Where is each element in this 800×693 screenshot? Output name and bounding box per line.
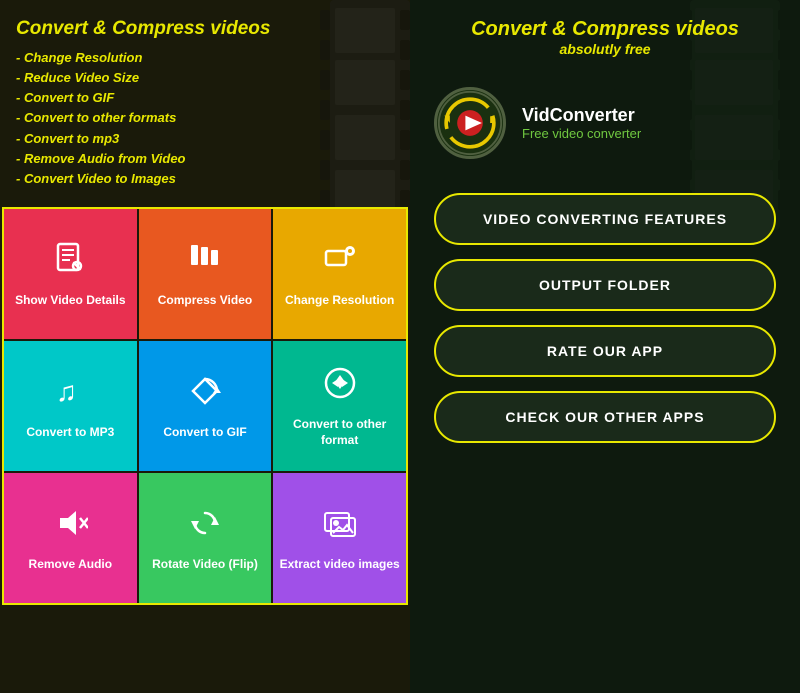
right-panel: Convert & Compress videos absolutly free… (410, 0, 800, 693)
feature-item: - Change Resolution (16, 48, 394, 68)
left-panel: Convert & Compress videos - Change Resol… (0, 0, 410, 693)
compress-video-label: Compress Video (158, 293, 252, 309)
grid-cell-rotate-video[interactable]: Rotate Video (Flip) (139, 473, 272, 603)
right-subtitle: absolutly free (430, 41, 780, 57)
right-header: Convert & Compress videos absolutly free (410, 0, 800, 67)
remove-audio-label: Remove Audio (29, 557, 113, 573)
left-header: Convert & Compress videos - Change Resol… (0, 0, 410, 199)
rotate-video-label: Rotate Video (Flip) (152, 557, 258, 573)
check-other-apps-button[interactable]: CHECK OUR OTHER APPS (434, 391, 776, 443)
app-grid: Show Video Details Compress Video Change R… (2, 207, 408, 605)
convert-to-gif-label: Convert to GIF (163, 425, 246, 441)
extract-images-icon (322, 505, 358, 549)
convert-to-mp3-icon: ♫ (52, 373, 88, 417)
right-title: Convert & Compress videos (430, 18, 780, 41)
convert-to-gif-icon (187, 373, 223, 417)
compress-video-icon (187, 241, 223, 285)
menu-buttons: VIDEO CONVERTING FEATURES OUTPUT FOLDER RA… (410, 183, 800, 453)
remove-audio-icon (52, 505, 88, 549)
show-video-details-icon (52, 241, 88, 285)
left-title: Convert & Compress videos (16, 18, 394, 40)
feature-item: - Convert Video to Images (16, 169, 394, 189)
app-info: VidConverter Free video converter (410, 67, 800, 183)
grid-cell-change-resolution[interactable]: Change Resolution (273, 209, 406, 339)
grid-cell-show-video-details[interactable]: Show Video Details (4, 209, 137, 339)
extract-images-label: Extract video images (280, 557, 400, 573)
grid-cell-remove-audio[interactable]: Remove Audio (4, 473, 137, 603)
convert-to-other-label: Convert to other format (278, 417, 401, 448)
left-features: - Change Resolution- Reduce Video Size- … (16, 48, 394, 189)
app-logo (434, 87, 506, 159)
feature-item: - Convert to GIF (16, 88, 394, 108)
change-resolution-icon (322, 241, 358, 285)
grid-cell-compress-video[interactable]: Compress Video (139, 209, 272, 339)
grid-cell-extract-images[interactable]: Extract video images (273, 473, 406, 603)
feature-item: - Convert to mp3 (16, 129, 394, 149)
feature-item: - Convert to other formats (16, 108, 394, 128)
show-video-details-label: Show Video Details (15, 293, 125, 309)
output-folder-button[interactable]: OUTPUT FOLDER (434, 259, 776, 311)
convert-to-other-icon (322, 365, 358, 409)
rotate-video-icon (187, 505, 223, 549)
video-converting-features-button[interactable]: VIDEO CONVERTING FEATURES (434, 193, 776, 245)
change-resolution-label: Change Resolution (285, 293, 394, 309)
feature-item: - Remove Audio from Video (16, 149, 394, 169)
app-text: VidConverter Free video converter (522, 105, 641, 141)
rate-our-app-button[interactable]: RATE OUR APP (434, 325, 776, 377)
grid-cell-convert-to-other[interactable]: Convert to other format (273, 341, 406, 471)
app-tagline: Free video converter (522, 126, 641, 141)
grid-cell-convert-to-mp3[interactable]: ♫ Convert to MP3 (4, 341, 137, 471)
convert-to-mp3-label: Convert to MP3 (26, 425, 114, 441)
grid-cell-convert-to-gif[interactable]: Convert to GIF (139, 341, 272, 471)
feature-item: - Reduce Video Size (16, 68, 394, 88)
svg-text:♫: ♫ (56, 376, 77, 407)
logo-svg (437, 87, 503, 159)
app-name: VidConverter (522, 105, 641, 126)
